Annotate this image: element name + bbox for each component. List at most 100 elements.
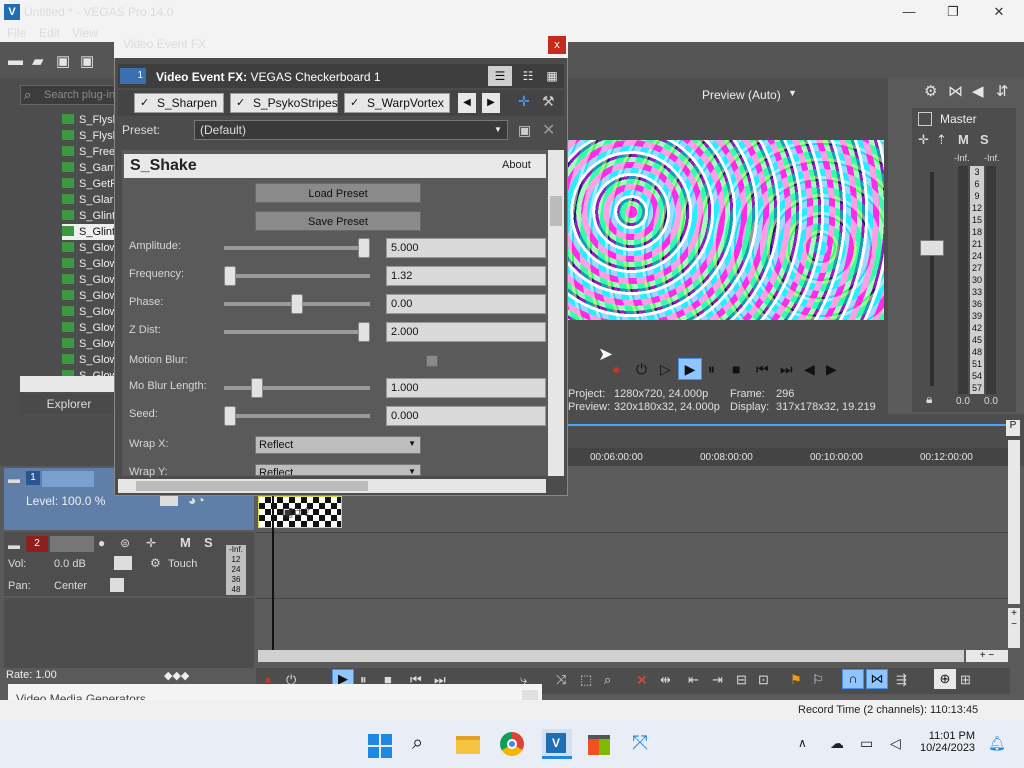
wrap-y-dropdown[interactable]: Reflect xyxy=(255,464,421,476)
track-name-field[interactable] xyxy=(50,536,94,552)
save-icon[interactable]: ▣ xyxy=(56,52,70,70)
plugin-tree-item[interactable]: S_Flysl xyxy=(62,112,118,128)
search-icon[interactable]: ⌕ xyxy=(412,732,438,758)
track-collapse-icon[interactable]: ▬ xyxy=(8,538,20,552)
notifications-bell-icon[interactable]: 🔔︎ xyxy=(988,735,1006,752)
taskbar-clock[interactable]: 11:01 PM 10/24/2023 xyxy=(920,730,975,754)
preview-quality-dropdown[interactable]: Preview (Auto) xyxy=(702,88,781,102)
master-downmix-icon[interactable]: ⇵ xyxy=(996,82,1009,100)
track-mute-button[interactable]: M xyxy=(180,535,191,550)
plugin-tree-item[interactable]: S_Glint xyxy=(62,208,118,224)
chrome-icon[interactable] xyxy=(500,732,526,758)
automation-mode[interactable]: Touch xyxy=(168,558,197,570)
track-collapse-icon[interactable]: ▬ xyxy=(8,472,20,486)
save-as-icon[interactable]: ▣ xyxy=(80,52,94,70)
parameter-value-field[interactable]: 5.000 xyxy=(386,238,546,258)
master-solo-button[interactable]: S xyxy=(980,132,989,147)
lock-envelopes-button[interactable]: ⊕ xyxy=(934,669,956,689)
parameter-slider-track[interactable] xyxy=(224,414,370,418)
plugin-tree-item[interactable]: S_Glow xyxy=(62,288,118,304)
plugin-button-s-psykostripes[interactable]: S_PsykoStripes xyxy=(230,93,338,113)
master-fader-handle[interactable] xyxy=(920,240,944,256)
grid-view-icon[interactable]: ▦ xyxy=(542,66,562,86)
parameter-slider-track[interactable] xyxy=(224,330,370,334)
timeline-horizontal-scrollbar[interactable] xyxy=(258,650,964,662)
plugin-tree-item[interactable]: S_Glow xyxy=(62,256,118,272)
master-pan-icon[interactable]: ✛ xyxy=(918,132,929,148)
close-button[interactable]: ✕ xyxy=(984,3,1014,21)
snapping-button[interactable]: ∩ xyxy=(842,669,864,689)
timeline-vertical-scrollbar[interactable] xyxy=(1008,440,1020,604)
delete-preset-icon[interactable]: ✕ xyxy=(542,120,555,140)
about-button[interactable]: About xyxy=(502,159,531,171)
plugin-tree-item[interactable]: S_Glar xyxy=(62,192,118,208)
parameter-slider-track[interactable] xyxy=(224,386,370,390)
master-bus-icon[interactable]: ⋈ xyxy=(948,82,963,100)
fx-dialog-close-button[interactable]: x xyxy=(548,36,566,54)
save-preset-button[interactable]: Save Preset xyxy=(255,211,421,231)
fx-vertical-scroll-thumb[interactable] xyxy=(550,196,562,226)
event-fx-icon[interactable]: ▣⧉⇪ xyxy=(282,505,312,520)
parameter-value-field[interactable]: 0.00 xyxy=(386,294,546,314)
open-folder-icon[interactable]: ▰ xyxy=(32,52,44,70)
volume-slider[interactable] xyxy=(114,556,132,570)
plugin-tree-item[interactable]: S_Glow xyxy=(62,336,118,352)
track-envelope-icon[interactable]: ✛ xyxy=(146,536,156,550)
arm-record-icon[interactable]: ● xyxy=(98,536,105,550)
split-icon[interactable]: ⊟ xyxy=(736,672,747,688)
wrap-x-dropdown[interactable]: Reflect xyxy=(255,436,421,454)
parameter-slider-handle[interactable] xyxy=(291,294,303,314)
explorer-horizontal-scrollbar[interactable] xyxy=(20,376,118,392)
go-to-start-icon[interactable]: ⏮ xyxy=(756,361,769,378)
menu-edit[interactable]: Edit xyxy=(39,26,60,40)
minimize-button[interactable]: — xyxy=(894,3,924,21)
store-icon[interactable] xyxy=(588,732,614,758)
trim-icon[interactable]: ⇹ xyxy=(660,672,671,688)
track-solo-button[interactable]: S xyxy=(204,535,213,550)
plugin-tree-item[interactable]: S_Gam xyxy=(62,160,118,176)
plugin-tree-item[interactable]: S_Glint xyxy=(62,224,118,240)
file-explorer-icon[interactable] xyxy=(456,732,482,758)
play-from-start-icon[interactable]: ▷ xyxy=(660,361,671,378)
master-gear-icon[interactable]: ⚙ xyxy=(924,82,937,100)
snipping-tool-icon[interactable]: ⤧ xyxy=(632,732,658,758)
parameter-slider-handle[interactable] xyxy=(250,378,263,398)
play-button[interactable]: ▶ xyxy=(678,358,702,380)
plugin-button-s-sharpen[interactable]: S_Sharpen xyxy=(134,93,224,113)
rate-slider-icon[interactable]: ◆◆◆ xyxy=(164,669,189,682)
parameter-value-field[interactable]: 2.000 xyxy=(386,322,546,342)
track-fx-icon[interactable]: ⊜ xyxy=(120,536,130,550)
plugin-tree-item[interactable]: S_Glow xyxy=(62,304,118,320)
plugin-scroll-left-icon[interactable]: ◀ xyxy=(458,93,476,113)
restore-button[interactable]: ❐ xyxy=(938,3,968,21)
next-frame-icon[interactable]: ▶ xyxy=(826,361,837,378)
loop-icon[interactable]: ⏻ xyxy=(636,361,647,378)
trim-end-icon[interactable]: ⇥ xyxy=(712,672,723,688)
previous-frame-icon[interactable]: ◀ xyxy=(804,361,815,378)
tab-explorer[interactable]: Explorer xyxy=(20,394,118,414)
plugin-button-s-warpvortex[interactable]: S_WarpVortex xyxy=(344,93,450,113)
pan-slider[interactable] xyxy=(110,578,124,592)
record-icon[interactable]: ● xyxy=(612,361,620,377)
auto-crossfade-button[interactable]: ⋈ xyxy=(866,669,888,689)
parameter-slider-track[interactable] xyxy=(224,246,370,250)
trim-start-icon[interactable]: ⇤ xyxy=(688,672,699,688)
volume-icon[interactable]: ◁ xyxy=(890,735,901,752)
display-icon[interactable]: ▭ xyxy=(860,735,873,752)
pause-icon[interactable]: ⏸ xyxy=(708,361,715,378)
go-to-end-icon[interactable]: ⏭ xyxy=(780,361,793,378)
lock-event-icon[interactable]: ⊡ xyxy=(758,672,769,688)
master-envelope-icon[interactable]: ⇡ xyxy=(936,132,947,148)
stop-icon[interactable]: ■ xyxy=(732,361,740,377)
vegas-taskbar-icon[interactable]: V xyxy=(542,729,572,759)
fx-horizontal-scroll-thumb[interactable] xyxy=(136,481,368,491)
delete-icon[interactable]: ✕ xyxy=(636,672,648,689)
motion-blur-checkbox[interactable] xyxy=(426,355,438,367)
menu-file[interactable]: File xyxy=(7,26,26,40)
menu-view[interactable]: View xyxy=(72,26,98,40)
parameter-value-field[interactable]: 0.000 xyxy=(386,406,546,426)
plugin-scroll-right-icon[interactable]: ▶ xyxy=(482,93,500,113)
lock-icon[interactable]: 🔒︎ xyxy=(926,392,932,407)
new-project-icon[interactable]: ▬ xyxy=(8,52,23,69)
plugin-tree-item[interactable]: S_Glow xyxy=(62,320,118,336)
